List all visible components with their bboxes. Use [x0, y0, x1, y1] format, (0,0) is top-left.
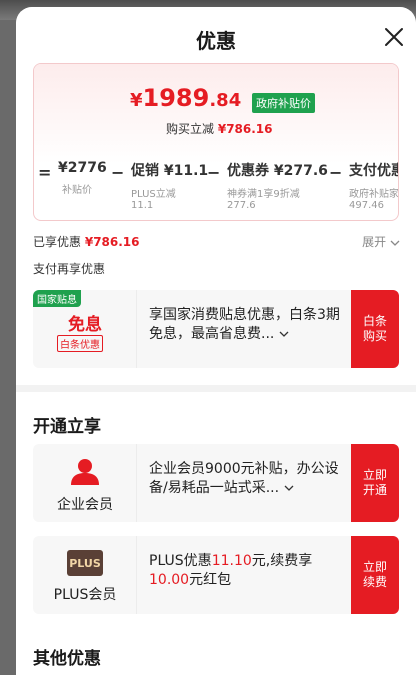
pay-more-label: 支付再享优惠: [33, 262, 106, 276]
plus-member-card[interactable]: PLUS PLUS会员 PLUS优惠11.10元,续费享10.00元红包 立即续…: [33, 536, 399, 614]
expand-toggle[interactable]: 展开: [362, 233, 400, 250]
breakdown-item-coupon: 优惠券 ¥277.6 神券满1享9折减 277.6: [227, 163, 328, 211]
plus-offer-text: PLUS优惠11.10元,续费享10.00元红包: [149, 553, 313, 588]
equals-sign: =: [38, 163, 52, 182]
sheet-title: 优惠: [196, 29, 236, 53]
enterprise-offer-text: 企业会员9000元补贴，办公设备/易耗品一站式采...: [149, 461, 339, 496]
price-card: ¥1989.84 政府补贴价 购买立减 ¥786.16 = ¥2776 补贴价 …: [33, 63, 399, 221]
section-title-other-offers: 其他优惠: [33, 649, 101, 669]
interest-free-card[interactable]: 国家贴息 免息 白条优惠 享国家消费贴息优惠，白条3期免息，最高省息费... 白…: [33, 290, 399, 368]
baitiao-offer-tag: 白条优惠: [57, 335, 103, 352]
gov-subsidy-badge: 政府补贴价: [252, 93, 315, 113]
close-icon[interactable]: [382, 25, 406, 49]
final-price: ¥1989.84: [130, 84, 242, 112]
instant-discount: 购买立减 ¥786.16: [166, 122, 273, 136]
baitiao-buy-button[interactable]: 白条购买: [351, 290, 399, 368]
plus-renew-button[interactable]: 立即续费: [351, 536, 399, 614]
offers-sheet: 优惠 ¥1989.84 政府补贴价 购买立减 ¥786.16 = ¥2776 补…: [16, 7, 416, 675]
enterprise-user-icon: [71, 459, 99, 485]
chevron-down-icon[interactable]: [284, 484, 294, 492]
open-enjoy-panel: 开通立享 企业会员 企业会员9000元补贴，办公设备/易耗品一站式采... 立即…: [16, 392, 416, 675]
chevron-down-icon[interactable]: [279, 330, 289, 338]
enjoyed-discount: 已享优惠 ¥786.16: [33, 235, 140, 249]
chevron-down-icon: [390, 240, 400, 246]
interest-free-title: 免息: [68, 315, 102, 335]
section-title-open-enjoy: 开通立享: [33, 417, 101, 437]
enterprise-member-card[interactable]: 企业会员 企业会员9000元补贴，办公设备/易耗品一站式采... 立即开通: [33, 444, 399, 522]
minus-sign: −: [329, 163, 343, 182]
interest-offer-text: 享国家消费贴息优惠，白条3期免息，最高省息费...: [149, 307, 340, 342]
breakdown-item-promotion: 促销 ¥11.1 PLUS立减 11.1: [131, 163, 209, 211]
national-subsidy-tag: 国家贴息: [33, 290, 81, 307]
breakdown-item-subsidy-price: ¥2776 补贴价: [58, 160, 107, 196]
breakdown-item-payment: 支付优惠 政府补贴家 497.46: [349, 163, 399, 211]
minus-sign: −: [111, 163, 125, 182]
plus-logo-icon: PLUS: [67, 550, 103, 576]
enterprise-member-label: 企业会员: [57, 497, 113, 513]
offers-panel: 优惠 ¥1989.84 政府补贴价 购买立减 ¥786.16 = ¥2776 补…: [16, 7, 416, 385]
price-breakdown: = ¥2776 补贴价 − 促销 ¥11.1 PLUS立减 11.1 − 优惠券…: [34, 160, 399, 220]
plus-member-label: PLUS会员: [53, 587, 117, 603]
enterprise-open-button[interactable]: 立即开通: [351, 444, 399, 522]
minus-sign: −: [207, 163, 221, 182]
